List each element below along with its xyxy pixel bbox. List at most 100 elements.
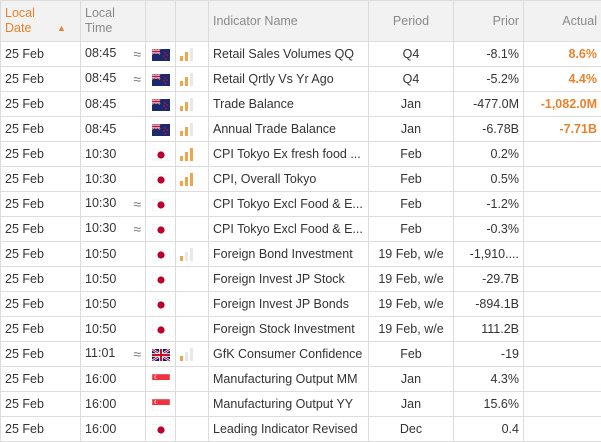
date-cell: 25 Feb xyxy=(1,292,81,317)
column-header-actual[interactable]: Actual xyxy=(524,1,601,42)
indicator-name-cell[interactable]: CPI Tokyo Excl Food & E... xyxy=(209,217,369,242)
table-row[interactable]: 25 Feb08:45≈Retail Sales Volumes QQQ4-8.… xyxy=(1,42,601,67)
table-row[interactable]: 25 Feb10:50Foreign Invest JP Stock19 Feb… xyxy=(1,267,601,292)
wave-icon: ≈ xyxy=(133,346,141,362)
importance-cell xyxy=(176,392,209,417)
importance-bars-icon xyxy=(180,348,193,361)
table-row[interactable]: 25 Feb08:45Trade BalanceJan-477.0M-1,082… xyxy=(1,92,601,117)
local-time-label: Local Time xyxy=(85,6,125,36)
time-cell: 10:30≈ xyxy=(81,217,146,242)
period-cell: Dec xyxy=(369,417,454,442)
period-cell: Q4 xyxy=(369,42,454,67)
indicator-name-cell[interactable]: Foreign Invest JP Stock xyxy=(209,267,369,292)
table-row[interactable]: 25 Feb10:30≈CPI Tokyo Excl Food & E...Fe… xyxy=(1,217,601,242)
table-row[interactable]: 25 Feb10:30≈CPI Tokyo Excl Food & E...Fe… xyxy=(1,192,601,217)
prior-cell: -477.0M xyxy=(454,92,524,117)
table-row[interactable]: 25 Feb16:00Manufacturing Output MMJan4.3… xyxy=(1,367,601,392)
prior-cell: -0.3% xyxy=(454,217,524,242)
table-row[interactable]: 25 Feb 16:00 Leading Indicator RevisedDec0… xyxy=(1,417,601,442)
column-header-indicator[interactable]: Indicator Name xyxy=(209,1,369,42)
column-header-flag xyxy=(176,1,209,42)
column-header-local-date[interactable]: Local Date▲ xyxy=(1,1,81,42)
prior-cell: 0.5% xyxy=(454,167,524,192)
indicator-name-cell[interactable]: CPI, Overall Tokyo xyxy=(209,167,369,192)
indicator-name-cell[interactable]: CPI Tokyo Excl Food & E... xyxy=(209,192,369,217)
date-cell: 25 Feb xyxy=(1,367,81,392)
prior-cell: -1,910.... xyxy=(454,242,524,267)
local-date-label: Local Date xyxy=(5,6,51,36)
actual-cell xyxy=(524,342,601,367)
table-row[interactable]: 25 Feb10:50Foreign Bond Investment19 Feb… xyxy=(1,242,601,267)
table-row[interactable]: 25 Feb10:50Foreign Invest JP Bonds19 Feb… xyxy=(1,292,601,317)
jp-flag-icon xyxy=(152,249,170,261)
flag-cell xyxy=(146,42,176,67)
prior-cell: 0.4 xyxy=(454,417,524,442)
indicator-name-cell[interactable]: Retail Sales Volumes QQ xyxy=(209,42,369,67)
time-value: 10:50 xyxy=(85,272,116,286)
table-row[interactable]: 25 Feb16:00Manufacturing Output YYJan15.… xyxy=(1,392,601,417)
column-header-prior[interactable]: Prior xyxy=(454,1,524,42)
indicator-name-cell[interactable]: Manufacturing Output MM xyxy=(209,367,369,392)
jp-flag-icon xyxy=(152,174,170,186)
prior-cell: -8.1% xyxy=(454,42,524,67)
actual-cell xyxy=(524,242,601,267)
date-cell: 25 Feb xyxy=(1,117,81,142)
header-row: Local Date▲ Local Time Indicator Name Pe… xyxy=(1,1,601,42)
flag-cell xyxy=(146,417,176,442)
date-cell: 25 Feb xyxy=(1,417,81,442)
jp-flag-icon xyxy=(152,199,170,211)
actual-cell xyxy=(524,217,601,242)
table-row[interactable]: 25 Feb08:45Annual Trade BalanceJan-6.78B… xyxy=(1,117,601,142)
time-value: 10:30 xyxy=(85,147,116,161)
importance-cell xyxy=(176,417,209,442)
period-label: Period xyxy=(393,14,429,28)
indicator-name-cell[interactable]: Foreign Invest JP Bonds xyxy=(209,292,369,317)
indicator-name-cell[interactable]: Manufacturing Output YY xyxy=(209,392,369,417)
importance-cell xyxy=(176,267,209,292)
period-cell: 19 Feb, w/e xyxy=(369,242,454,267)
indicator-name-cell[interactable]: Annual Trade Balance xyxy=(209,117,369,142)
indicator-name-cell[interactable]: Foreign Stock Investment xyxy=(209,317,369,342)
time-value: 10:50 xyxy=(85,297,116,311)
period-cell: Feb xyxy=(369,142,454,167)
table-row[interactable]: 25 Feb10:50Foreign Stock Investment19 Fe… xyxy=(1,317,601,342)
indicator-name-cell[interactable]: Retail Qrtly Vs Yr Ago xyxy=(209,67,369,92)
importance-cell xyxy=(176,167,209,192)
prior-cell: 0.2% xyxy=(454,142,524,167)
indicator-name-cell[interactable]: Trade Balance xyxy=(209,92,369,117)
date-cell: 25 Feb xyxy=(1,317,81,342)
time-cell: 08:45≈ xyxy=(81,42,146,67)
table-row[interactable]: 25 Feb10:30CPI Tokyo Ex fresh food ...Fe… xyxy=(1,142,601,167)
indicator-name-cell[interactable]: Leading Indicator Revised xyxy=(209,417,369,442)
time-value: 08:45 xyxy=(85,71,116,85)
date-cell: 25 Feb xyxy=(1,192,81,217)
importance-cell xyxy=(176,42,209,67)
indicator-name-cell[interactable]: GfK Consumer Confidence xyxy=(209,342,369,367)
period-cell: Jan xyxy=(369,367,454,392)
period-cell: 19 Feb, w/e xyxy=(369,267,454,292)
period-cell: Jan xyxy=(369,392,454,417)
prior-cell: -6.78B xyxy=(454,117,524,142)
flag-cell xyxy=(146,367,176,392)
time-cell: 08:45≈ xyxy=(81,67,146,92)
actual-cell xyxy=(524,392,601,417)
column-header-period[interactable]: Period xyxy=(369,1,454,42)
time-value: 16:00 xyxy=(85,422,116,436)
date-cell: 25 Feb xyxy=(1,342,81,367)
importance-bars-icon xyxy=(180,123,193,136)
prior-cell: -29.7B xyxy=(454,267,524,292)
table-row[interactable]: 25 Feb08:45≈Retail Qrtly Vs Yr AgoQ4-5.2… xyxy=(1,67,601,92)
indicator-name-cell[interactable]: CPI Tokyo Ex fresh food ... xyxy=(209,142,369,167)
indicator-name-cell[interactable]: Foreign Bond Investment xyxy=(209,242,369,267)
table-row[interactable]: 25 Feb11:01≈GfK Consumer ConfidenceFeb-1… xyxy=(1,342,601,367)
jp-flag-icon xyxy=(152,324,170,336)
wave-icon: ≈ xyxy=(133,196,141,212)
actual-cell xyxy=(524,292,601,317)
prior-cell: 111.2B xyxy=(454,317,524,342)
importance-bars-icon xyxy=(180,173,193,186)
table-row[interactable]: 25 Feb10:30CPI, Overall TokyoFeb0.5% xyxy=(1,167,601,192)
flag-cell xyxy=(146,342,176,367)
date-cell: 25 Feb xyxy=(1,167,81,192)
period-cell: Jan xyxy=(369,117,454,142)
column-header-local-time[interactable]: Local Time xyxy=(81,1,146,42)
